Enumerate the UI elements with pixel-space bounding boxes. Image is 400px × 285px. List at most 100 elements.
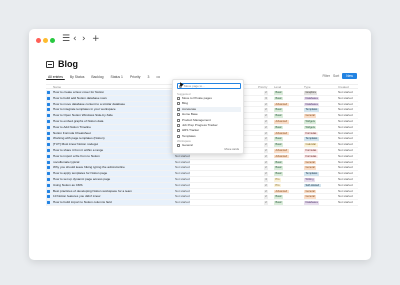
- row-status[interactable]: Not started: [175, 160, 190, 166]
- row-type-tag[interactable]: General: [304, 166, 317, 170]
- row-title[interactable]: Working with page templates (Notion): [53, 136, 183, 142]
- row-checkbox[interactable]: [47, 125, 50, 129]
- row-type-tag[interactable]: General: [304, 160, 317, 165]
- row-type-tag[interactable]: Formulas: [304, 131, 318, 136]
- row-level-tag[interactable]: Advanced: [274, 148, 289, 153]
- row-checkbox[interactable]: [47, 143, 50, 147]
- row-type-tag[interactable]: General: [304, 189, 317, 194]
- row-level-tag[interactable]: Basic: [274, 166, 284, 170]
- row-level-tag[interactable]: Pro: [274, 177, 282, 182]
- row-priority[interactable]: 2: [264, 125, 268, 130]
- row-priority[interactable]: 3: [264, 96, 268, 101]
- row-level-tag[interactable]: Advanced: [274, 119, 289, 124]
- row-checkbox[interactable]: [47, 183, 50, 187]
- row-title[interactable]: How to share it from it within a range: [53, 148, 183, 154]
- menu-item[interactable]: Blog: [177, 101, 241, 106]
- row-title[interactable]: How to Open Notion Windows Side-by-Side: [53, 113, 183, 119]
- row-status[interactable]: Not started: [175, 189, 190, 195]
- row-level-tag[interactable]: Basic: [274, 172, 284, 176]
- row-type-tag[interactable]: Graphics: [304, 91, 318, 95]
- row-checkbox[interactable]: [47, 201, 50, 205]
- row-priority[interactable]: 2: [264, 154, 268, 159]
- row-priority[interactable]: 2: [264, 108, 268, 112]
- row-type-tag[interactable]: General: [304, 114, 317, 118]
- row-title[interactable]: How to embed graphs of Notion data: [53, 119, 183, 125]
- sort-button[interactable]: Sort: [333, 74, 339, 78]
- menu-item[interactable]: HRS Tracker: [177, 128, 241, 133]
- row-level-tag[interactable]: Basic: [274, 160, 284, 165]
- row-checkbox[interactable]: [47, 108, 50, 112]
- row-level-tag[interactable]: Basic: [274, 96, 284, 101]
- row-title[interactable]: How to Add Notion Timeline: [53, 125, 183, 131]
- row-priority[interactable]: 2: [264, 148, 268, 153]
- row-level-tag[interactable]: Basic: [274, 125, 284, 130]
- row-priority[interactable]: 2: [264, 114, 268, 118]
- row-priority[interactable]: 2: [264, 201, 268, 205]
- row-level-tag[interactable]: Basic: [274, 195, 284, 199]
- row-checkbox[interactable]: [47, 114, 50, 118]
- row-level-tag[interactable]: Advanced: [274, 131, 289, 136]
- row-level-tag[interactable]: Basic: [274, 143, 284, 147]
- row-priority[interactable]: 2: [264, 189, 268, 194]
- row-priority[interactable]: 2: [264, 119, 268, 124]
- row-title[interactable]: 10 Notion features you didn't know: [53, 194, 183, 200]
- table-row[interactable]: How to build import to Notion columns fi…: [46, 200, 358, 206]
- row-checkbox[interactable]: [47, 119, 50, 123]
- row-status[interactable]: Not started: [175, 171, 190, 177]
- row-type-tag[interactable]: Formulas: [304, 154, 318, 159]
- menu-item[interactable]: Job Prep Progress Tracker: [177, 123, 241, 128]
- row-priority[interactable]: 2: [264, 183, 268, 188]
- row-type-tag[interactable]: Writing: [304, 177, 316, 182]
- row-title[interactable]: How to apply templates for Notion page: [53, 171, 183, 177]
- tab-all-entries[interactable]: All entries: [46, 74, 65, 80]
- chevron-right-icon[interactable]: ›: [82, 35, 86, 44]
- row-checkbox[interactable]: [47, 177, 50, 181]
- row-checkbox[interactable]: [47, 160, 50, 164]
- row-status[interactable]: Not started: [175, 194, 190, 200]
- row-title[interactable]: How to import a file from to Notion: [53, 154, 183, 160]
- row-level-tag[interactable]: Pro: [274, 183, 282, 188]
- row-type-tag[interactable]: Templates: [304, 108, 319, 112]
- row-title[interactable]: How to set up dynamic page access page: [53, 177, 183, 183]
- maximize-window-button[interactable]: [50, 38, 55, 43]
- row-type-tag[interactable]: Widgets: [304, 125, 317, 130]
- row-priority[interactable]: 2: [264, 160, 268, 165]
- row-type-tag[interactable]: Templates: [304, 137, 319, 141]
- row-level-tag[interactable]: Basic: [274, 91, 284, 95]
- minimize-window-button[interactable]: [43, 38, 48, 43]
- row-level-tag[interactable]: Basic: [274, 108, 284, 112]
- row-priority[interactable]: 2: [264, 137, 268, 141]
- row-checkbox[interactable]: [47, 137, 50, 141]
- tab-by-status[interactable]: By Status: [68, 74, 87, 80]
- close-window-button[interactable]: [36, 38, 41, 43]
- row-checkbox[interactable]: [47, 91, 50, 94]
- row-title[interactable]: [TUT] Must know Notion nodegui: [53, 142, 183, 148]
- row-status[interactable]: Not started: [175, 154, 190, 160]
- filter-button[interactable]: Filter: [322, 74, 330, 78]
- tab-more-count[interactable]: 3: [146, 74, 152, 80]
- row-title[interactable]: How to create a faux cover for Notion: [53, 90, 183, 96]
- menu-item[interactable]: Move to Private pages: [177, 96, 241, 101]
- sidebar-icon[interactable]: ☰: [62, 35, 70, 44]
- row-title[interactable]: nocolfemale typical: [53, 160, 183, 166]
- row-checkbox[interactable]: [47, 102, 50, 106]
- row-type-tag[interactable]: Databases: [304, 201, 320, 205]
- row-priority[interactable]: 2: [264, 131, 268, 136]
- row-type-tag[interactable]: Templates: [304, 172, 319, 176]
- tab-priority[interactable]: Priority: [128, 74, 143, 80]
- row-checkbox[interactable]: [47, 131, 50, 135]
- row-type-tag[interactable]: Calendar: [304, 143, 318, 147]
- row-checkbox[interactable]: [47, 148, 50, 152]
- row-status[interactable]: Not started: [175, 200, 190, 206]
- row-title[interactable]: Notion Formula Cheatsheet: [53, 131, 183, 137]
- row-priority[interactable]: 2: [264, 195, 268, 199]
- new-button[interactable]: New: [342, 73, 357, 79]
- row-level-tag[interactable]: Basic: [274, 201, 284, 205]
- row-priority[interactable]: 2: [264, 166, 268, 170]
- tab-backlog[interactable]: Backlog: [89, 74, 105, 80]
- chevron-left-icon[interactable]: ‹: [73, 35, 77, 44]
- row-type-tag[interactable]: Databases: [304, 102, 320, 107]
- row-checkbox[interactable]: [47, 189, 50, 193]
- menu-item[interactable]: Home Base: [177, 112, 241, 117]
- row-title[interactable]: Best practices of developing Notion work…: [53, 189, 183, 195]
